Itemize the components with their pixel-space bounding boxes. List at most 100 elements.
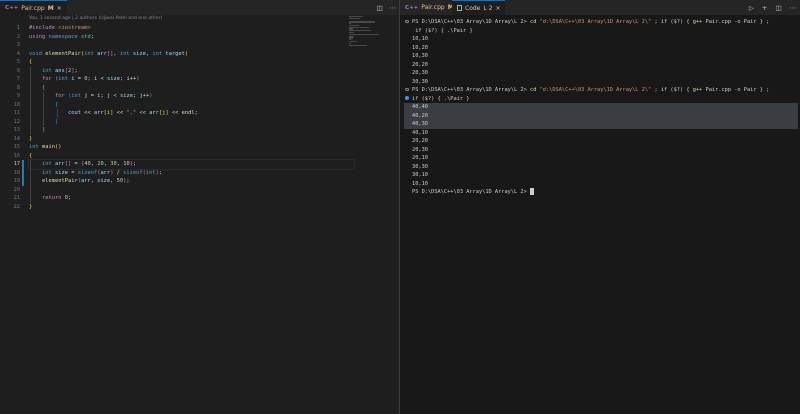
output-line: 10,10 xyxy=(412,180,428,187)
output-line: 20,30 xyxy=(412,146,428,153)
tab-pair-cpp[interactable]: C++ Pair.cpp M × xyxy=(0,0,67,15)
line-number: 14 xyxy=(13,135,20,142)
close-icon[interactable]: × xyxy=(495,5,500,12)
line-number: 12 xyxy=(13,118,20,125)
output-line: 30,30 xyxy=(412,78,428,85)
line-number: 7 xyxy=(16,76,20,82)
output-line: 10,10 xyxy=(412,36,428,42)
code-line-current: int arr[] = {40, 20, 30, 10}; xyxy=(28,159,355,170)
code-line: using namespace std; xyxy=(29,33,94,40)
command-status-icon[interactable] xyxy=(405,87,409,92)
cpp-file-icon: C++ xyxy=(405,4,419,11)
output-line: 10,30 xyxy=(412,53,428,59)
code-line: void elementPair(int arr[], int size, in… xyxy=(29,50,189,57)
cpp-file-icon: C++ xyxy=(5,5,19,11)
git-modified-indicator[interactable] xyxy=(22,160,24,186)
output-line: 40,20 xyxy=(404,111,798,120)
terminal-prompt-line: PS D:\DSA\C++\03 Array\1D Array\L 2> xyxy=(404,188,798,197)
line-number: 20 xyxy=(13,186,20,193)
code-line: for (int j = i; j < size; j++) xyxy=(29,92,399,101)
tab-code-terminal[interactable]: Code L 2 × xyxy=(452,0,506,15)
code-line: int size = sizeof(arr) / sizeof(int); xyxy=(29,168,399,177)
line-number: 10 xyxy=(13,101,20,108)
code-line: int ans[2]; xyxy=(29,66,399,75)
code-line: int main() xyxy=(29,144,62,150)
tab-title: Code xyxy=(465,4,481,12)
output-line: 40,30 xyxy=(404,120,798,129)
line-number: 13 xyxy=(13,127,20,133)
code-line: return 0; xyxy=(29,194,399,203)
output-line: 30,10 xyxy=(412,172,428,178)
command-status-icon[interactable] xyxy=(405,96,409,101)
line-number: 9 xyxy=(16,93,20,99)
output-line: 30,30 xyxy=(412,163,428,170)
code-area[interactable]: #include <iostream> using namespace std;… xyxy=(28,24,399,211)
terminal-cursor xyxy=(530,188,534,195)
line-number-current: 17 xyxy=(13,161,20,167)
line-number: 15 xyxy=(13,144,20,150)
tab-pair-cpp-secondary[interactable]: C++ Pair.cpp M xyxy=(400,0,459,15)
line-number: 19 xyxy=(13,178,20,184)
close-icon[interactable]: × xyxy=(57,5,62,12)
editor-group: C++ Pair.cpp M × ◫ ⋯ You, 1 second ago |… xyxy=(0,0,399,414)
more-actions-icon[interactable]: ⋯ xyxy=(390,4,397,12)
code-line: { xyxy=(29,59,33,65)
more-actions-icon[interactable]: ⋯ xyxy=(790,4,797,12)
line-number: 8 xyxy=(16,84,20,91)
minimap[interactable] xyxy=(349,16,385,52)
tab-title: Pair.cpp xyxy=(21,4,45,12)
line-number: 3 xyxy=(16,42,20,48)
tab-title: Pair.cpp xyxy=(421,4,445,11)
terminal-tab-bar: C++ Pair.cpp M Code L 2 × ▷ + ◫ ⋯ xyxy=(400,0,800,15)
add-icon[interactable]: + xyxy=(762,4,767,12)
output-line: 20,30 xyxy=(412,70,428,76)
output-line: 40,40 xyxy=(404,103,798,112)
code-line: { xyxy=(29,100,399,109)
git-blame-annotation[interactable]: You, 1 second ago | 2 authors (Ujjwal Pa… xyxy=(29,16,162,21)
code-line: } xyxy=(29,126,399,135)
command-status-icon[interactable] xyxy=(405,19,409,24)
output-line: 10,20 xyxy=(412,44,428,51)
code-line: #include <iostream> xyxy=(29,25,91,31)
code-line: { xyxy=(29,83,399,92)
line-number-gutter: 1 2 3 4 5 6 7 8 9 10 11 12 13 14 15 16 1… xyxy=(0,24,20,211)
terminal-command-line: PS D:\DSA\C++\03 Array\1D Array\L 2> cd … xyxy=(404,86,798,95)
tab-badge: L 2 xyxy=(483,4,493,12)
code-line: for (int i = 0; i < size; i++) xyxy=(29,75,399,84)
file-icon xyxy=(457,5,462,11)
line-number: 18 xyxy=(13,169,20,176)
code-line: { xyxy=(29,152,33,159)
output-line: 20,20 xyxy=(412,138,428,144)
terminal-output[interactable]: PS D:\DSA\C++\03 Array\1D Array\L 2> cd … xyxy=(404,18,798,197)
terminal-command-line: if ($?) { .\Pair } xyxy=(404,95,798,104)
editor-actions: ◫ ⋯ xyxy=(376,0,396,15)
line-number: 5 xyxy=(16,59,20,65)
output-line: 20,10 xyxy=(412,155,428,161)
code-line: } xyxy=(29,135,33,142)
line-number: 6 xyxy=(16,67,20,74)
terminal-group: C++ Pair.cpp M Code L 2 × ▷ + ◫ ⋯ PS D:\… xyxy=(400,0,800,414)
line-number: 4 xyxy=(16,50,20,57)
output-line: 20,20 xyxy=(412,61,428,68)
terminal-command-line: PS D:\DSA\C++\03 Array\1D Array\L 2> cd … xyxy=(404,18,798,27)
editor-tab-bar: C++ Pair.cpp M × ◫ ⋯ xyxy=(0,0,399,15)
code-line xyxy=(29,185,399,194)
terminal-command-line: if ($?) { .\Pair } xyxy=(415,27,473,34)
line-number: 22 xyxy=(13,203,20,210)
code-line: } xyxy=(29,203,33,210)
code-line: cout << arr[i] << "," << arr[j] << endl; xyxy=(29,109,399,118)
line-number: 11 xyxy=(13,110,20,116)
line-number: 2 xyxy=(16,33,20,40)
line-number: 21 xyxy=(13,195,20,201)
code-line: elementPair(arr, size, 50); xyxy=(29,177,399,186)
line-number: 1 xyxy=(16,25,20,31)
terminal-actions: ▷ + ◫ ⋯ xyxy=(749,0,796,15)
modified-badge: M xyxy=(47,4,54,12)
split-editor-icon[interactable]: ◫ xyxy=(376,4,382,12)
editor-scrollbar[interactable] xyxy=(391,15,399,414)
line-number: 16 xyxy=(13,152,20,159)
code-line: } xyxy=(29,117,399,126)
split-editor-icon[interactable]: ◫ xyxy=(775,4,781,12)
run-icon[interactable]: ▷ xyxy=(749,4,754,12)
